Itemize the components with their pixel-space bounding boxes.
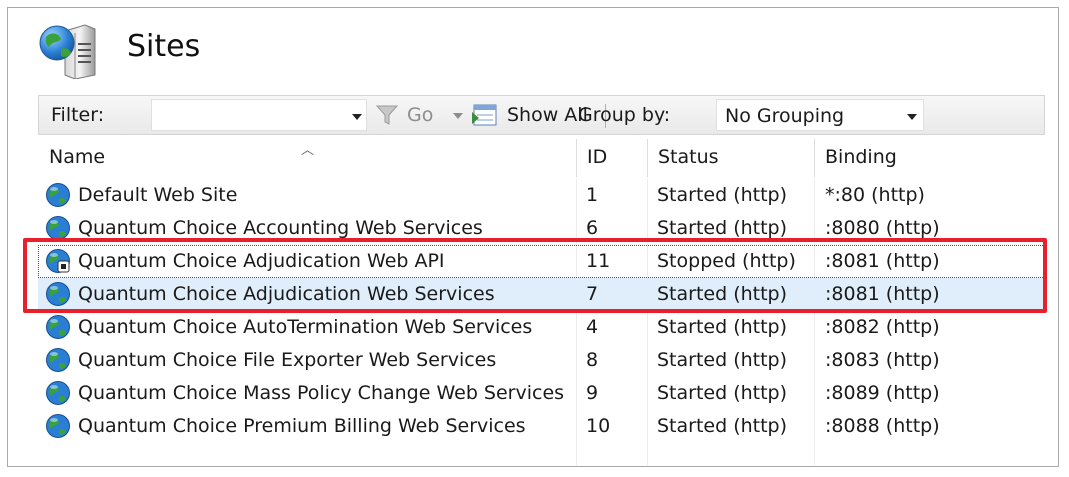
page-title: Sites [127, 29, 201, 64]
table-row[interactable]: Default Web Site 1 Started (http) *:80 (htt… [38, 179, 1045, 212]
show-all-icon [472, 104, 497, 126]
site-binding: :8083 (http) [825, 349, 940, 371]
column-header-binding[interactable]: Binding [814, 135, 1045, 179]
globe-icon [46, 315, 70, 339]
table-row[interactable]: Quantum Choice File Exporter Web Service… [38, 344, 1045, 377]
site-name: Default Web Site [78, 184, 238, 206]
site-status: Started (http) [657, 349, 788, 371]
column-header-id-label: ID [587, 146, 608, 168]
table-row[interactable]: Quantum Choice Premium Billing Web Servi… [38, 410, 1045, 443]
funnel-icon [375, 105, 399, 125]
site-binding: :8088 (http) [825, 415, 940, 437]
chevron-down-icon[interactable] [352, 114, 362, 120]
globe-icon [46, 414, 70, 438]
column-header-binding-label: Binding [825, 146, 897, 168]
site-name: Quantum Choice Premium Billing Web Servi… [78, 415, 526, 437]
site-status: Started (http) [657, 382, 788, 404]
go-dropdown-icon[interactable] [453, 113, 463, 119]
site-id: 4 [586, 316, 599, 338]
site-binding: :8080 (http) [825, 217, 940, 239]
table-row[interactable]: Quantum Choice AutoTermination Web Servi… [38, 311, 1045, 344]
column-header-name-label: Name [49, 146, 106, 168]
site-id: 10 [586, 415, 611, 437]
group-by-select[interactable]: No Grouping [716, 99, 924, 131]
filter-input[interactable] [151, 99, 367, 131]
site-binding: *:80 (http) [825, 184, 925, 206]
site-status: Started (http) [657, 217, 788, 239]
show-all-label: Show All [507, 104, 588, 126]
site-id: 6 [586, 217, 599, 239]
column-header-name[interactable]: Name ︿ [38, 135, 576, 179]
globe-icon [46, 381, 70, 405]
group-by-value: No Grouping [725, 105, 845, 127]
site-binding: :8089 (http) [825, 382, 940, 404]
site-name: Quantum Choice File Exporter Web Service… [78, 349, 497, 371]
site-status: Started (http) [657, 415, 788, 437]
chevron-down-icon[interactable] [907, 114, 917, 120]
globe-icon [46, 183, 70, 207]
table-row[interactable]: Quantum Choice Mass Policy Change Web Se… [38, 377, 1045, 410]
highlight-box [23, 238, 1047, 313]
site-id: 1 [586, 184, 599, 206]
site-name: Quantum Choice Accounting Web Services [78, 217, 483, 239]
sort-ascending-icon: ︿ [301, 143, 315, 158]
group-by-label: Group by: [578, 104, 671, 126]
site-status: Started (http) [657, 316, 788, 338]
site-name: Quantum Choice Mass Policy Change Web Se… [78, 382, 565, 404]
site-binding: :8082 (http) [825, 316, 940, 338]
column-header-status-label: Status [658, 146, 719, 168]
filter-toolbar: Filter: Go Show All Group by: No Groupin… [38, 95, 1045, 135]
column-header-id[interactable]: ID [576, 135, 647, 179]
site-id: 8 [586, 349, 599, 371]
filter-label: Filter: [51, 104, 105, 126]
go-label: Go [407, 104, 434, 126]
globe-icon [46, 348, 70, 372]
site-status: Started (http) [657, 184, 788, 206]
column-header-status[interactable]: Status [647, 135, 814, 179]
site-id: 9 [586, 382, 599, 404]
server-globe-icon [39, 24, 96, 79]
site-name: Quantum Choice AutoTermination Web Servi… [78, 316, 533, 338]
